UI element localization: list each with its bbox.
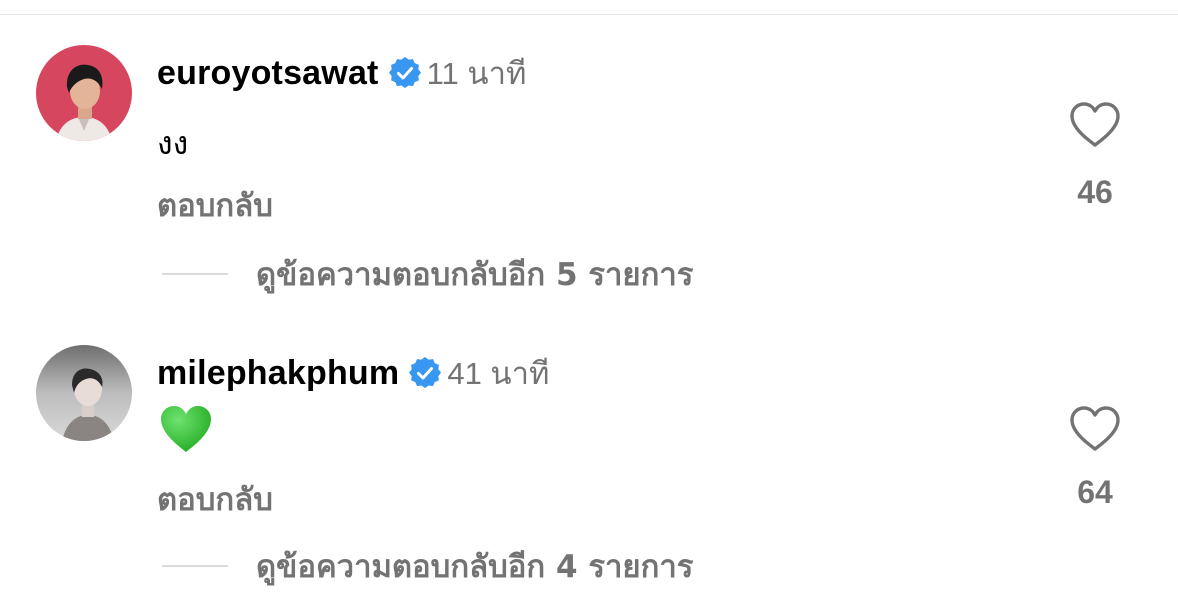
username[interactable]: euroyotsawat: [157, 54, 379, 93]
view-replies-label: ดูข้อความตอบกลับอีก 5 รายการ: [256, 257, 694, 293]
replies-divider-line: [162, 565, 228, 567]
view-replies-button[interactable]: ดูข้อความตอบกลับอีก 4 รายการ: [162, 546, 693, 586]
verified-badge-icon: [409, 356, 442, 389]
like-heart-icon[interactable]: [1068, 404, 1122, 454]
reply-button[interactable]: ตอบกลับ: [157, 474, 273, 524]
comment-item: euroyotsawat 11 นาที งง ตอบกลับ 46 ดูข้อ…: [0, 0, 1178, 293]
comment-header: euroyotsawat 11 นาที: [157, 50, 526, 96]
like-heart-icon[interactable]: [1068, 100, 1122, 150]
view-replies-button[interactable]: ดูข้อความตอบกลับอีก 5 รายการ: [162, 254, 693, 294]
comment-header: milephakphum 41 นาที: [157, 350, 549, 396]
view-replies-label: ดูข้อความตอบกลับอีก 4 รายการ: [256, 549, 694, 585]
replies-divider-line: [162, 273, 228, 275]
avatar[interactable]: [36, 345, 132, 441]
green-heart-emoji-icon: [159, 404, 213, 454]
like-count: 64: [1077, 474, 1113, 510]
username[interactable]: milephakphum: [157, 354, 399, 393]
comment-text: งง: [157, 124, 189, 162]
verified-badge-icon: [388, 56, 421, 89]
comment-time: 11 นาที: [426, 56, 527, 91]
avatar[interactable]: [36, 45, 132, 141]
reply-button[interactable]: ตอบกลับ: [157, 180, 273, 230]
like-count: 46: [1077, 174, 1113, 210]
comment-item: milephakphum 41 นาที ตอบกลับ 64 ดูข้อควา…: [0, 300, 1178, 590]
comment-time: 41 นาที: [447, 356, 550, 391]
